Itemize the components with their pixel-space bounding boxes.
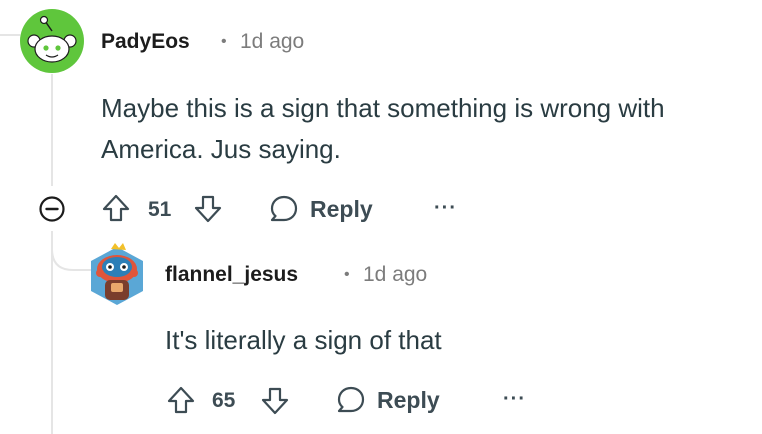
username[interactable]: flannel_jesus [165, 263, 298, 287]
username[interactable]: PadyEos [101, 30, 190, 54]
vote-count: 51 [148, 198, 172, 221]
vote-count: 65 [212, 389, 236, 412]
downvote-button[interactable] [193, 194, 223, 224]
reply-label: Reply [377, 386, 440, 413]
timestamp[interactable]: 1d ago [240, 30, 304, 54]
separator-dot: • [344, 266, 350, 283]
more-options-button[interactable]: ··· [503, 388, 526, 411]
reply-button[interactable]: Reply [335, 384, 440, 416]
thread-line-main [51, 74, 53, 186]
upvote-icon [102, 194, 130, 222]
upvote-icon [167, 386, 195, 414]
collapse-icon [39, 196, 65, 222]
avatar[interactable] [20, 9, 84, 73]
avatar[interactable] [87, 243, 147, 309]
thread-connector [51, 231, 91, 271]
downvote-icon [261, 387, 289, 415]
thread-line-top [0, 34, 20, 36]
reply-label: Reply [310, 195, 373, 222]
snoo-character-avatar-icon [91, 243, 143, 305]
comment-body: It's literally a sign of that [165, 325, 442, 355]
more-options-button[interactable]: ··· [434, 197, 457, 220]
reply-bubble-icon [270, 195, 298, 222]
separator-dot: • [221, 33, 227, 50]
upvote-button[interactable] [101, 193, 131, 223]
reddit-snoo-avatar-icon [20, 9, 84, 73]
reply-bubble-icon [337, 386, 365, 413]
downvote-button[interactable] [260, 386, 290, 416]
comment-body: Maybe this is a sign that something is w… [101, 93, 665, 164]
timestamp[interactable]: 1d ago [363, 263, 427, 287]
downvote-icon [194, 195, 222, 223]
upvote-button[interactable] [166, 385, 196, 415]
collapse-button[interactable] [38, 195, 66, 223]
reply-button[interactable]: Reply [268, 193, 373, 225]
